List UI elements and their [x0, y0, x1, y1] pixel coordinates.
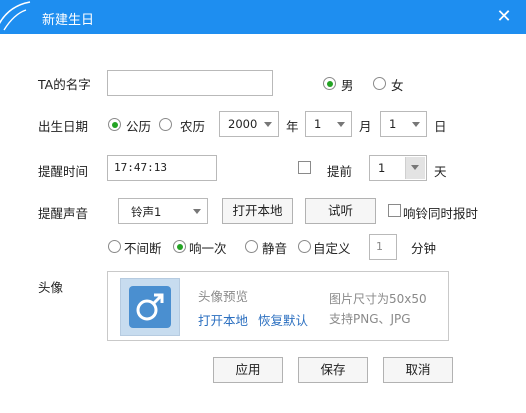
apply-button[interactable]: 应用	[213, 357, 283, 383]
month-unit: 月	[359, 119, 372, 134]
year-value: 2000	[228, 117, 258, 131]
mode-custom-label: 自定义	[313, 241, 351, 256]
day-value: 1	[389, 117, 397, 131]
day-unit: 日	[434, 119, 447, 134]
sound-select[interactable]: 铃声1	[118, 198, 208, 224]
remind-time-input[interactable]: 17:47:13	[107, 155, 217, 181]
birthday-label: 出生日期	[38, 119, 89, 134]
avatar-restore-default-link[interactable]: 恢复默认	[258, 310, 308, 329]
mode-once-radio[interactable]	[173, 240, 186, 253]
preview-sound-button[interactable]: 试听	[305, 198, 376, 224]
advance-unit: 天	[434, 164, 447, 179]
month-select[interactable]: 1	[305, 111, 352, 137]
avatar-label: 头像	[38, 280, 64, 295]
open-local-sound-button[interactable]: 打开本地	[222, 198, 293, 224]
sound-value: 铃声1	[131, 205, 162, 219]
app-logo-icon	[0, 1, 31, 31]
gender-female-radio[interactable]	[373, 77, 386, 90]
calendar-solar-radio[interactable]	[108, 118, 121, 131]
remind-time-label: 提醒时间	[38, 164, 89, 179]
chevron-down-icon	[264, 122, 272, 127]
calendar-solar-label: 公历	[126, 119, 152, 134]
avatar-panel: 头像预览 打开本地 恢复默认 图片尺寸为50x50 支持PNG、JPG	[107, 271, 449, 341]
avatar-image	[129, 286, 171, 328]
year-select[interactable]: 2000	[219, 111, 279, 137]
avatar-format-hint: 支持PNG、JPG	[329, 312, 411, 326]
dropdown-button[interactable]	[405, 157, 425, 179]
mode-custom-radio[interactable]	[298, 240, 311, 253]
gender-male-label: 男	[341, 78, 354, 93]
chevron-down-icon	[411, 165, 419, 170]
title-bar: 新建生日 ✕	[0, 0, 526, 34]
name-input[interactable]	[107, 70, 273, 96]
chevron-down-icon	[193, 209, 201, 214]
calendar-lunar-radio[interactable]	[159, 118, 172, 131]
chevron-down-icon	[412, 122, 420, 127]
month-value: 1	[314, 117, 322, 131]
report-time-label: 响铃同时报时	[403, 206, 479, 221]
advance-days-value: 1	[378, 161, 386, 175]
advance-label: 提前	[327, 164, 353, 179]
window-title: 新建生日	[42, 13, 95, 28]
minutes-unit: 分钟	[411, 241, 437, 256]
year-unit: 年	[286, 119, 299, 134]
avatar-preview-title: 头像预览	[198, 289, 249, 304]
mode-once-label: 响一次	[189, 241, 227, 256]
advance-days-select[interactable]: 1	[369, 155, 427, 181]
gender-male-radio[interactable]	[323, 77, 336, 90]
close-icon[interactable]: ✕	[495, 8, 513, 26]
avatar	[120, 278, 180, 336]
mode-continuous-label: 不间断	[124, 241, 162, 256]
name-label: TA的名字	[38, 77, 91, 92]
calendar-lunar-label: 农历	[180, 119, 206, 134]
save-button[interactable]: 保存	[298, 357, 368, 383]
remind-sound-label: 提醒声音	[38, 206, 89, 221]
mode-continuous-radio[interactable]	[108, 240, 121, 253]
cancel-button[interactable]: 取消	[383, 357, 453, 383]
mode-mute-label: 静音	[262, 241, 288, 256]
avatar-size-hint: 图片尺寸为50x50	[329, 292, 427, 306]
male-icon	[136, 293, 164, 321]
day-select[interactable]: 1	[380, 111, 427, 137]
report-time-checkbox[interactable]	[388, 204, 401, 217]
advance-checkbox[interactable]	[298, 161, 311, 174]
mode-mute-radio[interactable]	[245, 240, 258, 253]
custom-minutes-input[interactable]: 1	[369, 234, 397, 260]
gender-female-label: 女	[391, 78, 404, 93]
chevron-down-icon	[337, 122, 345, 127]
avatar-open-local-link[interactable]: 打开本地	[198, 310, 248, 329]
